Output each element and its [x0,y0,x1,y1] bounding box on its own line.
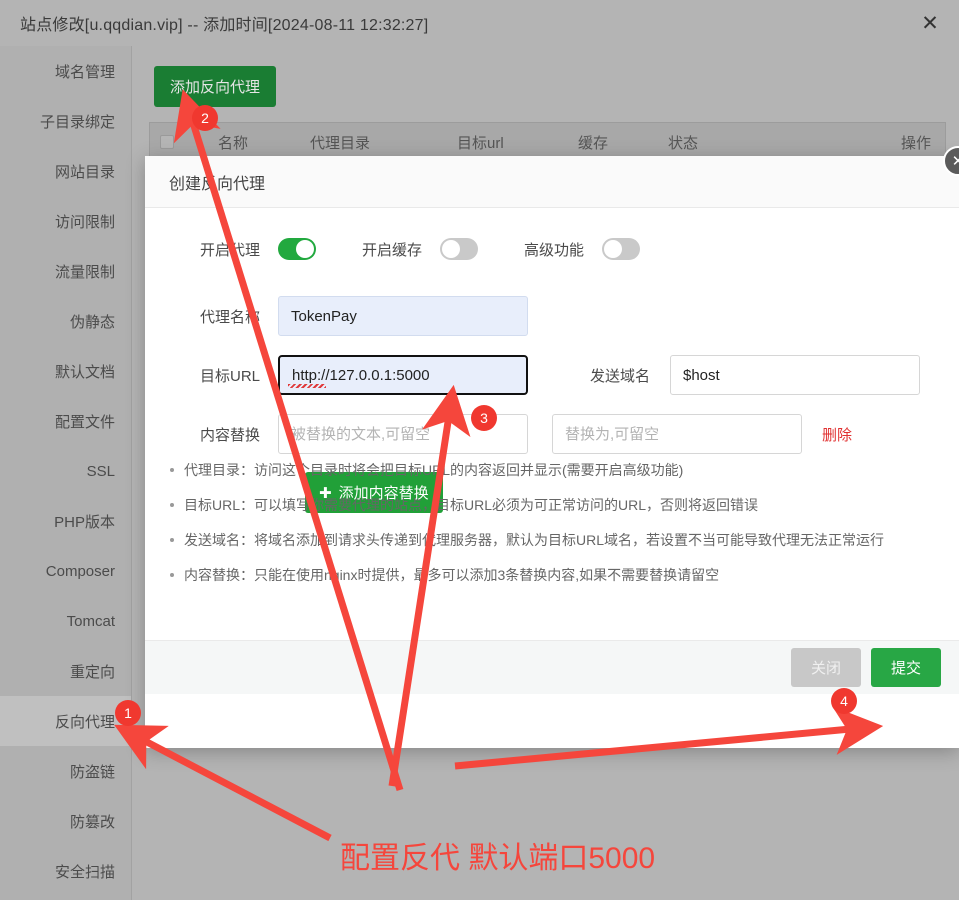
sidebar-item-config-file[interactable]: 配置文件 [0,396,131,446]
sidebar-item-anti-tamper[interactable]: 防篡改 [0,796,131,846]
label-proxy-name: 代理名称 [199,308,260,326]
sidebar-item-domain[interactable]: 域名管理 [0,46,131,96]
close-x-icon[interactable]: ✕ [913,8,947,38]
add-reverse-proxy-button[interactable]: 添加反向代理 [154,66,277,107]
sidebar-item-reverse-proxy[interactable]: 反向代理 [0,696,131,746]
sidebar-item-default-doc[interactable]: 默认文档 [0,346,131,396]
select-all-checkbox[interactable] [160,135,174,149]
spellcheck-underline [288,384,326,388]
window-title: 站点修改[u.qqdian.vip] -- 添加时间[2024-08-11 12… [20,17,429,34]
dialog-title: 创建反向代理 [169,175,266,193]
label-enable-proxy: 开启代理 [199,241,260,259]
label-content-replace: 内容替换 [199,426,260,444]
tips-list: 代理目录：访问这个目录时将会把目标URL的内容返回并显示(需要开启高级功能) 目… [170,460,884,600]
sidebar-item-rewrite[interactable]: 伪静态 [0,296,131,346]
tip-item: 目标URL：可以填写你需要代理的站点，目标URL必须为可正常访问的URL，否则将… [170,495,884,515]
th-status: 状态 [668,134,699,152]
bullet-icon [170,503,174,507]
dialog-body: 开启代理 开启缓存 高级功能 代理名称 目标URL 发送域名 [145,208,959,694]
th-dir: 代理目录 [310,134,371,152]
sidebar-item-php-version[interactable]: PHP版本 [0,496,131,546]
th-action: 操作 [900,134,931,152]
tip-text: 目标URL：可以填写你需要代理的站点，目标URL必须为可正常访问的URL，否则将… [184,497,759,513]
sidebar-item-security-scan[interactable]: 安全扫描 [0,846,131,896]
sidebar-item-access-limit[interactable]: 访问限制 [0,196,131,246]
tip-item: 发送域名：将域名添加到请求头传递到代理服务器，默认为目标URL域名，若设置不当可… [170,530,884,550]
sidebar-item-tomcat[interactable]: Tomcat [0,596,131,646]
sidebar: 域名管理 子目录绑定 网站目录 访问限制 流量限制 伪静态 默认文档 配置文件 … [0,46,132,900]
app-root: 站点修改[u.qqdian.vip] -- 添加时间[2024-08-11 12… [0,0,959,900]
th-url: 目标url [457,134,504,152]
sidebar-item-ssl[interactable]: SSL [0,446,131,496]
send-domain-input[interactable] [670,355,920,395]
toggle-enable-cache[interactable] [440,238,479,260]
window-titlebar: 站点修改[u.qqdian.vip] -- 添加时间[2024-08-11 12… [0,0,959,46]
label-advanced: 高级功能 [524,241,585,259]
sidebar-item-subdir[interactable]: 子目录绑定 [0,96,131,146]
bullet-icon [170,468,174,472]
dialog-submit-button[interactable]: 提交 [870,648,941,687]
sidebar-item-anti-leech[interactable]: 防盗链 [0,746,131,796]
sidebar-item-webdir[interactable]: 网站目录 [0,146,131,196]
dialog-header: 创建反向代理 [145,156,959,208]
create-reverse-proxy-dialog: ✕ 创建反向代理 开启代理 开启缓存 高级功能 代理名称 目标URL [145,146,959,748]
target-url-row: 目标URL 发送域名 [145,355,959,395]
toggle-row: 开启代理 开启缓存 高级功能 [145,238,959,260]
content-replace-row: 内容替换 删除 [145,414,959,454]
label-target-url: 目标URL [199,367,260,385]
sidebar-item-composer[interactable]: Composer [0,546,131,596]
bullet-icon [170,538,174,542]
sidebar-item-traffic-limit[interactable]: 流量限制 [0,246,131,296]
proxy-name-row: 代理名称 [145,296,959,336]
label-enable-cache: 开启缓存 [362,241,423,259]
replace-to-input[interactable] [552,414,802,454]
proxy-name-input[interactable] [278,296,528,336]
dialog-footer: 关闭 提交 [145,640,959,694]
label-send-domain: 发送域名 [589,367,650,385]
toggle-advanced[interactable] [602,238,641,260]
tip-text: 发送域名：将域名添加到请求头传递到代理服务器，默认为目标URL域名，若设置不当可… [184,532,885,548]
tip-text: 内容替换：只能在使用nginx时提供，最多可以添加3条替换内容,如果不需要替换请… [184,567,720,583]
replace-from-input[interactable] [278,414,528,454]
th-cache: 缓存 [578,134,609,152]
sidebar-item-redirect[interactable]: 重定向 [0,646,131,696]
toggle-enable-proxy[interactable] [278,238,316,260]
tip-item: 内容替换：只能在使用nginx时提供，最多可以添加3条替换内容,如果不需要替换请… [170,565,884,585]
target-url-input[interactable] [278,355,528,395]
th-name: 名称 [218,134,249,152]
dialog-close-button[interactable]: 关闭 [790,648,861,687]
tip-item: 代理目录：访问这个目录时将会把目标URL的内容返回并显示(需要开启高级功能) [170,460,884,480]
bullet-icon [170,573,174,577]
tip-text: 代理目录：访问这个目录时将会把目标URL的内容返回并显示(需要开启高级功能) [184,462,684,478]
delete-replace-link[interactable]: 删除 [822,424,852,445]
